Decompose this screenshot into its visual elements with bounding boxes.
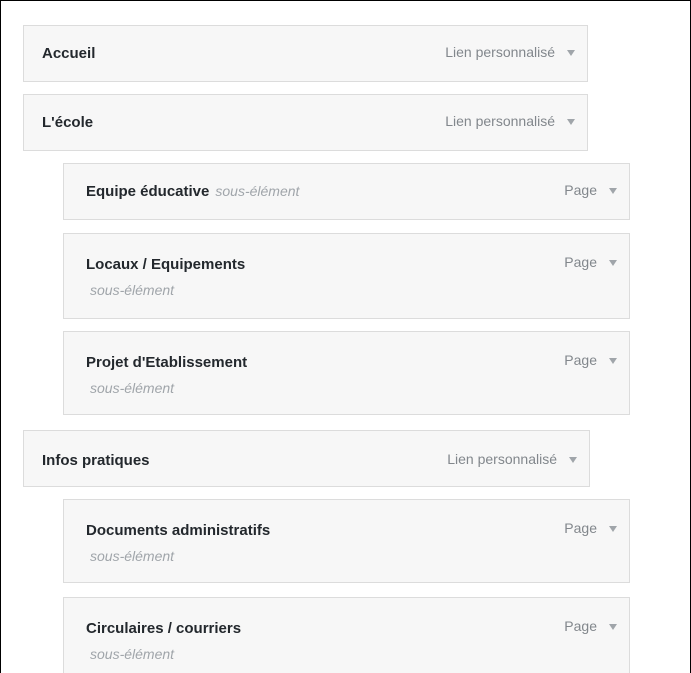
- menu-item-title: Accueil: [42, 45, 96, 62]
- menu-item-toggle[interactable]: Lien personnalisé: [447, 451, 577, 467]
- menu-item-title: Infos pratiques: [42, 452, 150, 469]
- triangle-down-icon: [569, 457, 577, 463]
- sub-item-label: sous-élément: [90, 380, 175, 396]
- menu-item-toggle[interactable]: Lien personnalisé: [445, 44, 575, 60]
- menu-item-toggle[interactable]: Page: [564, 254, 617, 270]
- menu-item-type: Page: [564, 254, 597, 270]
- menu-structure-panel: Accueil Lien personnalisé L'école Lien p…: [0, 0, 691, 673]
- menu-item-l-ecole[interactable]: L'école Lien personnalisé: [23, 94, 588, 151]
- sub-item-label: sous-élément: [90, 282, 175, 298]
- menu-item-type: Lien personnalisé: [445, 44, 555, 60]
- sub-item-label: sous-élément: [90, 548, 175, 564]
- menu-item-type: Lien personnalisé: [447, 451, 557, 467]
- menu-item-title: Projet d'Etablissement: [86, 354, 248, 371]
- menu-item-toggle[interactable]: Page: [564, 352, 617, 368]
- menu-item-title: L'école: [42, 114, 94, 131]
- menu-item-toggle[interactable]: Page: [564, 520, 617, 536]
- triangle-down-icon: [567, 119, 575, 125]
- menu-item-type: Page: [564, 352, 597, 368]
- triangle-down-icon: [609, 624, 617, 630]
- menu-item-toggle[interactable]: Lien personnalisé: [445, 113, 575, 129]
- menu-item-type: Lien personnalisé: [445, 113, 555, 129]
- menu-item-projet-etablissement[interactable]: Projet d'Etablissement sous-élément Page: [63, 331, 630, 415]
- triangle-down-icon: [609, 260, 617, 266]
- menu-item-infos-pratiques[interactable]: Infos pratiques Lien personnalisé: [23, 430, 590, 487]
- menu-item-equipe-educative[interactable]: Equipe éducative sous-élément Page: [63, 163, 630, 220]
- menu-item-accueil[interactable]: Accueil Lien personnalisé: [23, 25, 588, 82]
- triangle-down-icon: [609, 188, 617, 194]
- menu-item-locaux-equipements[interactable]: Locaux / Equipements sous-élément Page: [63, 233, 630, 319]
- sub-item-label: sous-élément: [215, 183, 300, 199]
- menu-item-toggle[interactable]: Page: [564, 182, 617, 198]
- menu-item-type: Page: [564, 182, 597, 198]
- menu-item-type: Page: [564, 618, 597, 634]
- menu-item-title: Equipe éducative sous-élément: [86, 183, 299, 200]
- menu-item-title: Documents administratifs: [86, 522, 271, 539]
- triangle-down-icon: [609, 526, 617, 532]
- menu-item-circulaires-courriers[interactable]: Circulaires / courriers sous-élément Pag…: [63, 597, 630, 673]
- triangle-down-icon: [609, 358, 617, 364]
- triangle-down-icon: [567, 50, 575, 56]
- menu-item-toggle[interactable]: Page: [564, 618, 617, 634]
- menu-item-title: Locaux / Equipements: [86, 256, 246, 273]
- menu-item-title: Circulaires / courriers: [86, 620, 242, 637]
- menu-item-type: Page: [564, 520, 597, 536]
- menu-item-documents-administratifs[interactable]: Documents administratifs sous-élément Pa…: [63, 499, 630, 583]
- sub-item-label: sous-élément: [90, 646, 175, 662]
- menu-item-title-text: Equipe éducative: [86, 183, 210, 200]
